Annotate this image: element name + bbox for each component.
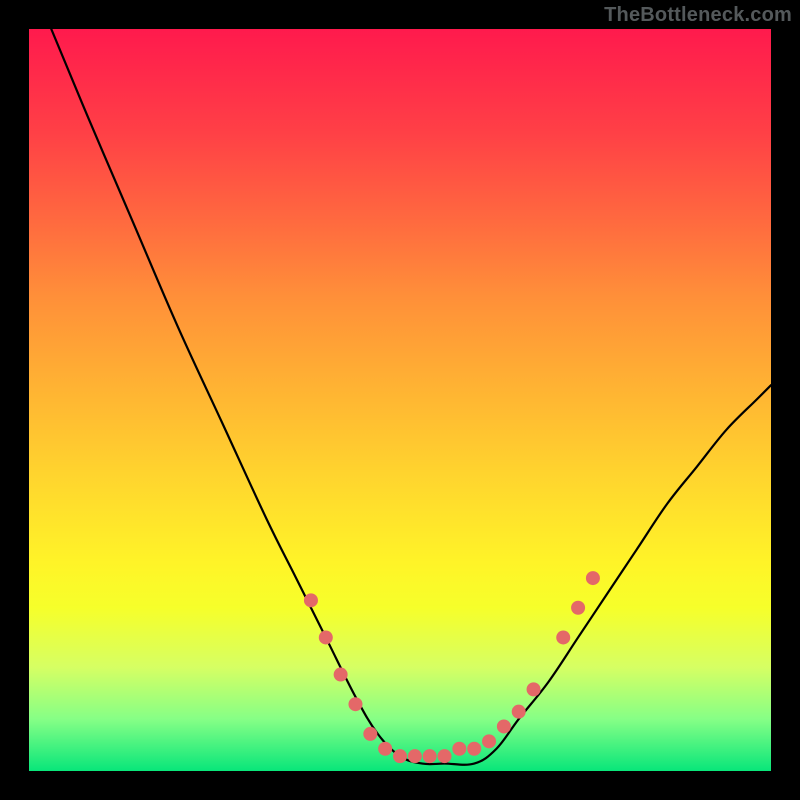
trough-dot (304, 593, 318, 607)
trough-dot (378, 742, 392, 756)
trough-dot (571, 601, 585, 615)
trough-dot (482, 734, 496, 748)
trough-dot (438, 749, 452, 763)
trough-dot (363, 727, 377, 741)
trough-dot (319, 630, 333, 644)
chart-frame: TheBottleneck.com (0, 0, 800, 800)
trough-dot (556, 630, 570, 644)
watermark-text: TheBottleneck.com (604, 4, 792, 27)
trough-dot (467, 742, 481, 756)
trough-dot (586, 571, 600, 585)
trough-dot (408, 749, 422, 763)
trough-dot (334, 668, 348, 682)
trough-dot (348, 697, 362, 711)
trough-markers (304, 571, 600, 763)
trough-dot (512, 705, 526, 719)
trough-dot (527, 682, 541, 696)
bottleneck-curve (51, 29, 771, 765)
plot-area (29, 29, 771, 771)
trough-dot (497, 719, 511, 733)
curve-layer (29, 29, 771, 771)
trough-dot (423, 749, 437, 763)
trough-dot (393, 749, 407, 763)
trough-dot (452, 742, 466, 756)
